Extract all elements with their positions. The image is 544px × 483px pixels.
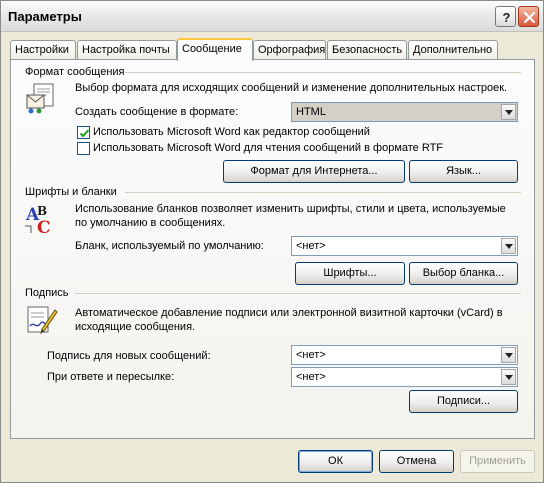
svg-text:C: C — [37, 218, 51, 236]
stationery-description: Использование бланков позволяет изменить… — [75, 203, 506, 229]
title-bar: Параметры ? — [1, 1, 543, 32]
signatures-button[interactable]: Подписи... — [409, 390, 518, 413]
default-stationery-select[interactable]: <нет> — [291, 236, 518, 256]
compose-format-value: HTML — [296, 106, 326, 118]
svg-text:?: ? — [503, 10, 511, 25]
tab-settings[interactable]: Настройки — [10, 40, 76, 60]
compose-format-select[interactable]: HTML — [291, 102, 518, 122]
new-message-signature-value: <нет> — [296, 349, 326, 361]
tab-advanced[interactable]: Дополнительно — [408, 40, 498, 60]
help-button[interactable]: ? — [495, 6, 516, 27]
internet-format-button[interactable]: Формат для Интернета... — [223, 160, 405, 183]
close-button[interactable] — [518, 6, 539, 27]
options-dialog: Параметры ? Настройки Настройка почты Со… — [0, 0, 544, 483]
group-separator — [125, 192, 521, 193]
message-format-description: Выбор формата для исходящих сообщений и … — [75, 82, 508, 94]
language-button[interactable]: Язык... — [409, 160, 518, 183]
svg-text:B: B — [37, 204, 47, 218]
message-format-icon — [26, 83, 54, 114]
tab-mail-setup[interactable]: Настройка почты — [77, 40, 177, 60]
tab-spelling[interactable]: Орфография — [253, 40, 326, 60]
new-message-signature-label: Подпись для новых сообщений: — [47, 350, 211, 362]
signature-description: Автоматическое добавление подписи или эл… — [75, 307, 503, 333]
message-tab-panel: Формат сообщения Выбор формата для исход… — [10, 59, 535, 439]
chevron-down-icon[interactable] — [501, 347, 516, 363]
tab-security[interactable]: Безопасность — [327, 40, 407, 60]
tab-label: Безопасность — [332, 44, 403, 56]
tab-label: Дополнительно — [413, 44, 493, 56]
message-format-heading: Формат сообщения — [25, 66, 125, 78]
chevron-down-icon[interactable] — [501, 369, 516, 385]
use-word-rtf-checkbox[interactable] — [77, 142, 90, 155]
default-stationery-label: Бланк, используемый по умолчанию: — [75, 240, 264, 252]
cancel-button[interactable]: Отмена — [379, 450, 454, 473]
compose-format-label: Создать сообщение в формате: — [75, 106, 239, 118]
fonts-button[interactable]: Шрифты... — [295, 262, 405, 285]
window-title: Параметры — [8, 9, 82, 24]
checkmark-icon — [79, 129, 90, 138]
tab-message[interactable]: Сообщение — [177, 38, 253, 61]
use-word-editor-label: Использовать Microsoft Word как редактор… — [93, 126, 370, 138]
close-icon — [523, 11, 536, 24]
tab-label: Орфография — [258, 44, 326, 56]
new-message-signature-select[interactable]: <нет> — [291, 345, 518, 365]
ok-button[interactable]: ОК — [298, 450, 373, 473]
tab-label: Настройки — [15, 44, 69, 56]
reply-signature-value: <нет> — [296, 371, 326, 383]
reply-signature-select[interactable]: <нет> — [291, 367, 518, 387]
choose-stationery-button[interactable]: Выбор бланка... — [409, 262, 518, 285]
default-stationery-value: <нет> — [296, 240, 326, 252]
fonts-icon: A B C — [25, 204, 51, 236]
reply-signature-label: При ответе и пересылке: — [47, 371, 175, 383]
chevron-down-icon[interactable] — [501, 104, 516, 120]
group-separator — [125, 72, 521, 73]
group-separator — [75, 293, 521, 294]
help-icon: ? — [503, 10, 511, 25]
tab-label: Настройка почты — [82, 44, 170, 56]
signature-heading: Подпись — [25, 287, 69, 299]
signature-icon — [27, 306, 58, 335]
use-word-rtf-label: Использовать Microsoft Word для чтения с… — [93, 142, 444, 154]
tab-label: Сообщение — [182, 43, 242, 55]
chevron-down-icon[interactable] — [501, 238, 516, 254]
stationery-heading: Шрифты и бланки — [25, 186, 117, 198]
use-word-editor-checkbox[interactable] — [77, 126, 90, 139]
apply-button[interactable]: Применить — [460, 450, 535, 473]
